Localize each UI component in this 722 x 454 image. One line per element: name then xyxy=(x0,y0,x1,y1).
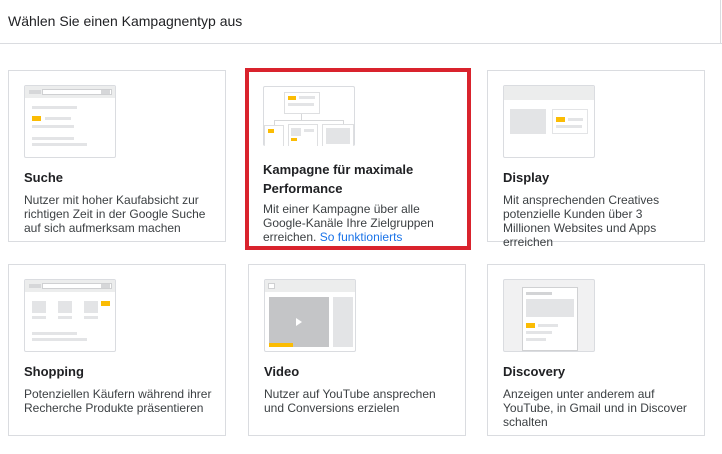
header-divider xyxy=(720,0,721,44)
card-title: Discovery xyxy=(503,364,566,379)
shopping-campaign-icon xyxy=(24,279,116,352)
campaign-card-display[interactable]: Display Mit ansprechenden Creatives pote… xyxy=(487,70,705,249)
display-campaign-icon xyxy=(503,85,595,158)
campaign-card-performance-max[interactable]: Kampagne für maximale Performance Mit ei… xyxy=(245,68,471,250)
page-header: Wählen Sie einen Kampagnentyp aus xyxy=(0,0,722,44)
card-description: Potenziellen Käufern während ihrer Reche… xyxy=(24,387,212,415)
card-title: Suche xyxy=(24,170,64,185)
card-description: Mit einer Kampagne über alle Google-Kanä… xyxy=(263,202,453,244)
campaign-card-video[interactable]: Video Nutzer auf YouTube ansprechen und … xyxy=(248,264,466,436)
card-title: Video xyxy=(264,364,300,379)
campaign-card-shopping[interactable]: Shopping Potenziellen Käufern während ih… xyxy=(8,264,226,436)
card-title: Display xyxy=(503,170,550,185)
performance-max-campaign-icon xyxy=(263,86,355,146)
card-description: Nutzer mit hoher Kaufabsicht zur richtig… xyxy=(24,193,206,235)
search-campaign-icon xyxy=(24,85,116,158)
campaign-card-search[interactable]: Suche Nutzer mit hoher Kaufabsicht zur r… xyxy=(8,70,226,242)
card-title: Shopping xyxy=(24,364,84,379)
how-it-works-link[interactable]: So funktionierts xyxy=(320,230,403,244)
card-description: Anzeigen unter anderem auf YouTube, in G… xyxy=(503,387,687,429)
page-title: Wählen Sie einen Kampagnentyp aus xyxy=(8,13,243,29)
video-campaign-icon xyxy=(264,279,356,352)
card-description: Nutzer auf YouTube ansprechen und Conver… xyxy=(264,387,436,415)
campaign-card-discovery[interactable]: Discovery Anzeigen unter anderem auf You… xyxy=(487,264,705,436)
discovery-campaign-icon xyxy=(503,279,595,352)
card-title: Kampagne für maximale Performance xyxy=(263,162,414,196)
card-description: Mit ansprechenden Creatives potenzielle … xyxy=(503,193,660,249)
